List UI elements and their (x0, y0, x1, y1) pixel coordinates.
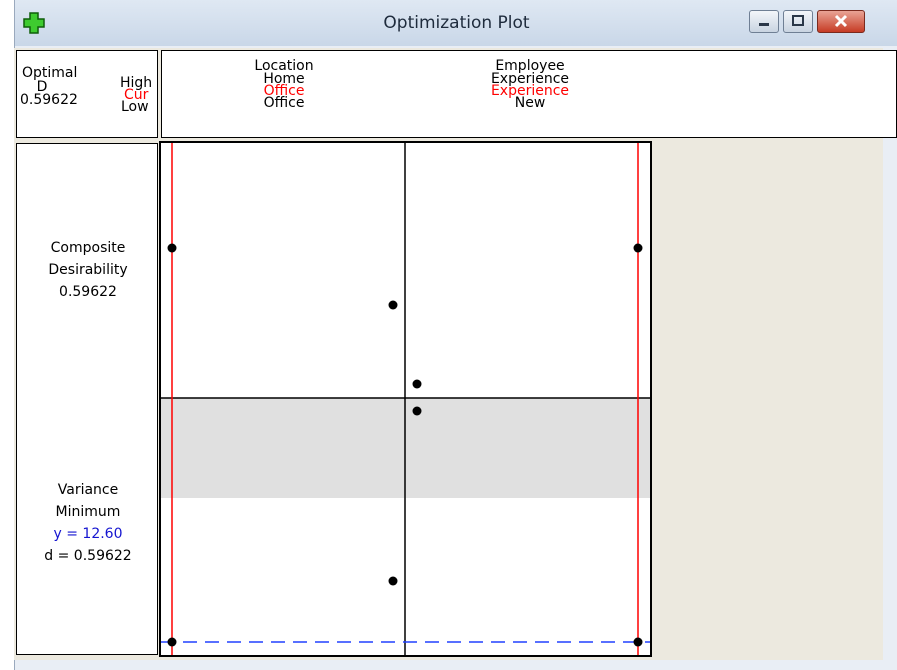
composite-point-employee-experience (633, 243, 643, 253)
variance-point-location-office (167, 637, 177, 647)
composite-point-employee-new (412, 379, 422, 389)
composite-point-location-home (388, 300, 398, 310)
plot-graphics (161, 143, 650, 655)
variance-point-employee-new (412, 406, 422, 416)
variance-point-employee-experience (633, 637, 643, 647)
variance-point-location-home (388, 576, 398, 586)
composite-point-location-office (167, 243, 177, 253)
